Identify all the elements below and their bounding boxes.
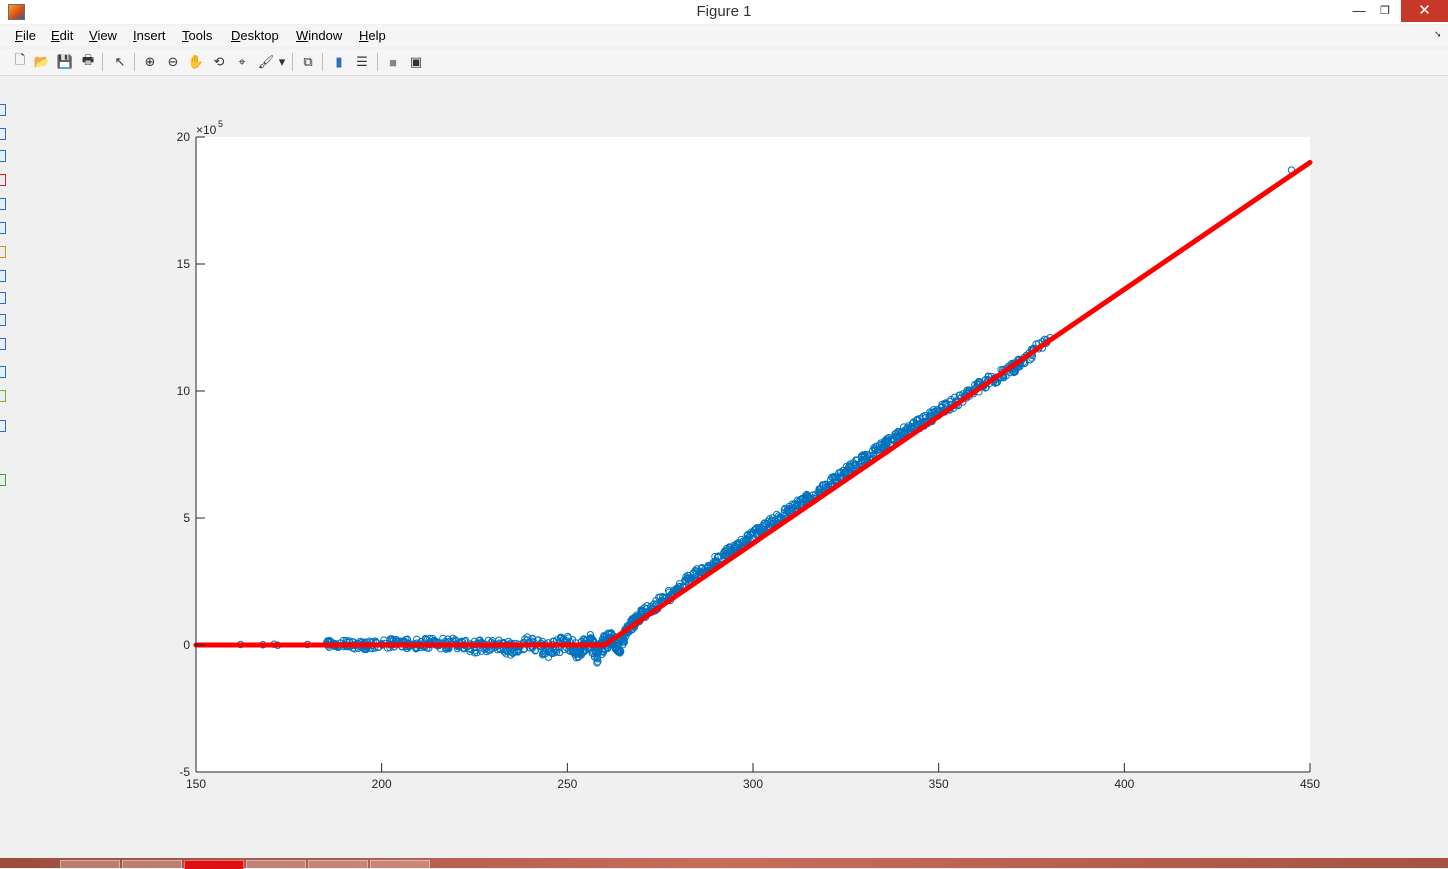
menu-help[interactable]: Help bbox=[359, 28, 386, 43]
brush-icon[interactable]: 🖌 bbox=[256, 52, 276, 72]
link-plot-icon[interactable]: ⧉ bbox=[298, 52, 318, 72]
figure-canvas[interactable]: 150 200 250 300 350 400 450-505101520 ×10 5 bbox=[0, 76, 1448, 856]
toolbar-separator bbox=[134, 53, 135, 71]
print-icon[interactable]: 🖶 bbox=[78, 52, 98, 72]
toolbar-separator bbox=[102, 53, 103, 71]
y-tick-label: -5 bbox=[179, 765, 190, 779]
x-tick-label: 350 bbox=[929, 777, 949, 791]
y-exponent-label: ×10 bbox=[196, 123, 217, 137]
menu-bar: File Edit View Insert Tools Desktop Wind… bbox=[0, 25, 1448, 47]
x-tick-label: 300 bbox=[743, 777, 763, 791]
close-button[interactable]: ✕ bbox=[1401, 0, 1448, 22]
toolbar-separator bbox=[377, 53, 378, 71]
menu-desktop[interactable]: Desktop bbox=[231, 28, 279, 43]
toolbar-separator bbox=[322, 53, 323, 71]
x-tick-label: 250 bbox=[557, 777, 577, 791]
minimize-button[interactable]: — bbox=[1349, 0, 1369, 22]
edit-plot-arrow-icon[interactable]: ↖ bbox=[110, 52, 130, 72]
menu-view[interactable]: View bbox=[89, 28, 117, 43]
y-exponent-power: 5 bbox=[218, 119, 223, 129]
y-tick-label: 15 bbox=[177, 257, 191, 271]
toolbar-separator bbox=[292, 53, 293, 71]
zoom-out-icon[interactable]: ⊖ bbox=[163, 52, 183, 72]
maximize-button[interactable]: ❐ bbox=[1375, 0, 1395, 22]
menu-tools[interactable]: Tools bbox=[182, 28, 212, 43]
dock-arrow-icon[interactable]: ➘ bbox=[1434, 29, 1442, 40]
new-figure-icon[interactable]: 🗋 bbox=[10, 52, 30, 72]
x-tick-label: 450 bbox=[1300, 777, 1320, 791]
pan-hand-icon[interactable]: ✋ bbox=[186, 52, 206, 72]
y-tick-label: 10 bbox=[177, 384, 191, 398]
y-tick-label: 20 bbox=[177, 130, 191, 144]
menu-file[interactable]: File bbox=[15, 28, 36, 43]
hide-plot-tools-icon[interactable]: ■ bbox=[383, 52, 403, 72]
window-title: Figure 1 bbox=[696, 3, 752, 20]
figure-toolbar: 🗋 📂 💾 🖶 ↖ ⊕ ⊖ ✋ ⟲ ⌖ 🖌 ▾ ⧉ ▮ ☰ ■ ▣ bbox=[0, 49, 1448, 76]
brush-dropdown-icon[interactable]: ▾ bbox=[276, 52, 288, 72]
zoom-in-icon[interactable]: ⊕ bbox=[140, 52, 160, 72]
menu-window[interactable]: Window bbox=[296, 28, 342, 43]
x-tick-label: 150 bbox=[186, 777, 206, 791]
y-tick-label: 5 bbox=[183, 511, 190, 525]
axes-background[interactable] bbox=[196, 137, 1310, 772]
title-bar: Figure 1 — ❐ ✕ bbox=[0, 0, 1448, 24]
x-tick-label: 400 bbox=[1114, 777, 1134, 791]
insert-colorbar-icon[interactable]: ▮ bbox=[329, 52, 349, 72]
save-icon[interactable]: 💾 bbox=[55, 52, 75, 72]
y-tick-label: 0 bbox=[183, 638, 190, 652]
x-tick-label: 200 bbox=[372, 777, 392, 791]
rotate-3d-icon[interactable]: ⟲ bbox=[209, 52, 229, 72]
show-plot-tools-icon[interactable]: ▣ bbox=[406, 52, 426, 72]
data-cursor-icon[interactable]: ⌖ bbox=[232, 52, 252, 72]
menu-insert[interactable]: Insert bbox=[133, 28, 166, 43]
open-file-icon[interactable]: 📂 bbox=[32, 52, 52, 72]
menu-edit[interactable]: Edit bbox=[51, 28, 73, 43]
insert-legend-icon[interactable]: ☰ bbox=[352, 52, 372, 72]
